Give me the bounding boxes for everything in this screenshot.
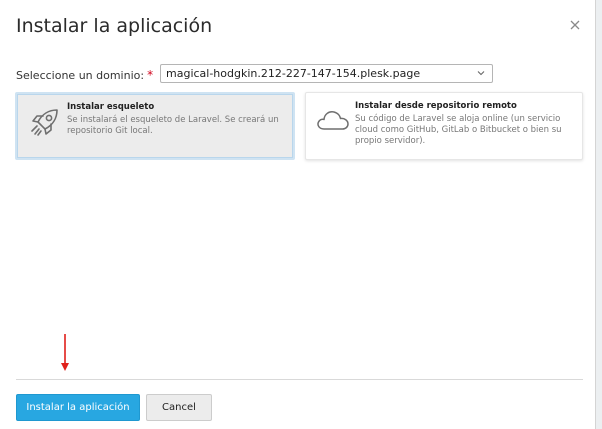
option-title: Instalar esqueleto xyxy=(67,102,155,112)
red-arrow-icon xyxy=(61,334,69,371)
close-icon[interactable] xyxy=(567,17,583,33)
install-app-dialog: Instalar la aplicación Seleccione un dom… xyxy=(0,0,596,429)
background-strip xyxy=(596,0,602,429)
cloud-icon xyxy=(317,111,349,130)
option-install-from-remote-repo[interactable]: Instalar desde repositorio remoto Su cód… xyxy=(305,92,583,160)
rocket-icon xyxy=(31,109,58,136)
required-marker: * xyxy=(147,68,154,82)
footer-divider xyxy=(16,379,583,380)
domain-select-value: magical-hodgkin.212-227-147-154.plesk.pa… xyxy=(166,67,421,80)
chevron-down-icon xyxy=(477,71,485,76)
domain-select[interactable]: magical-hodgkin.212-227-147-154.plesk.pa… xyxy=(160,64,493,83)
option-title: Instalar desde repositorio remoto xyxy=(355,101,517,111)
cancel-button[interactable]: Cancel xyxy=(146,394,212,421)
dialog-title: Instalar la aplicación xyxy=(16,15,213,37)
install-app-button[interactable]: Instalar la aplicación xyxy=(16,394,140,421)
domain-field-label: Seleccione un dominio: * xyxy=(16,68,153,82)
domain-label-text: Seleccione un dominio: xyxy=(16,69,145,82)
option-description: Se instalará el esqueleto de Laravel. Se… xyxy=(67,115,279,136)
option-install-skeleton[interactable]: Instalar esqueleto Se instalará el esque… xyxy=(15,92,295,160)
option-description: Su código de Laravel se aloja online (un… xyxy=(355,114,562,146)
